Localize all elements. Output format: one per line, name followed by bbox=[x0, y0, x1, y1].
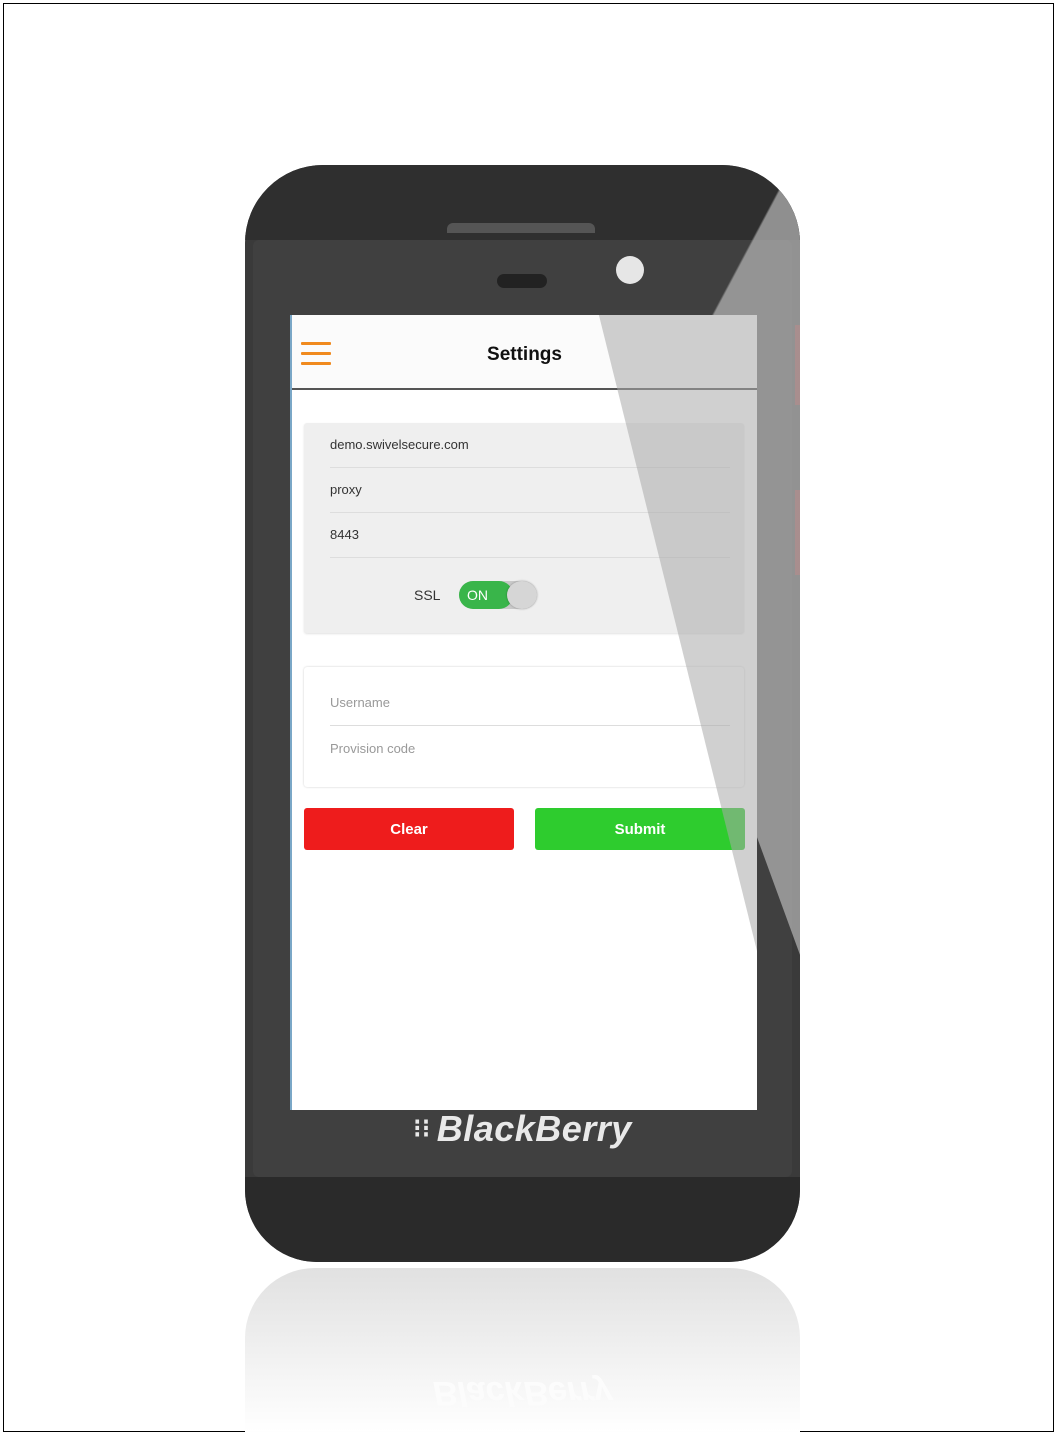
ssl-label: SSL bbox=[414, 587, 441, 603]
blackberry-dots-icon: ⁝⁝ bbox=[413, 1113, 431, 1143]
side-key bbox=[795, 490, 800, 575]
host-field[interactable] bbox=[330, 423, 730, 468]
front-camera-icon bbox=[616, 256, 644, 284]
earpiece bbox=[497, 274, 547, 288]
username-field[interactable] bbox=[330, 681, 730, 726]
brand-logo-text: BlackBerry bbox=[436, 1108, 632, 1149]
phone-bottom-bezel bbox=[245, 1177, 800, 1262]
ssl-toggle-knob bbox=[507, 581, 537, 609]
clear-button[interactable]: Clear bbox=[304, 808, 514, 850]
app-screen: Settings SSL ON Clear Submit bbox=[290, 315, 757, 1110]
page-title: Settings bbox=[487, 344, 562, 365]
user-settings-card bbox=[304, 667, 744, 787]
ssl-toggle-state: ON bbox=[459, 581, 513, 609]
provision-code-field[interactable] bbox=[330, 727, 730, 771]
port-field[interactable] bbox=[330, 513, 730, 558]
ssl-toggle[interactable]: ON bbox=[459, 581, 537, 609]
volume-key bbox=[795, 325, 800, 405]
blackberry-logo: ⁝⁝ BlackBerry bbox=[245, 1108, 800, 1150]
path-field[interactable] bbox=[330, 468, 730, 513]
top-bar: Settings bbox=[292, 315, 757, 390]
submit-button[interactable]: Submit bbox=[535, 808, 745, 850]
reflection-logo: BlackBerry bbox=[432, 1374, 613, 1412]
speaker-grille bbox=[447, 223, 595, 233]
server-settings-card: SSL ON bbox=[304, 423, 744, 633]
phone-reflection: BlackBerry bbox=[245, 1268, 800, 1432]
